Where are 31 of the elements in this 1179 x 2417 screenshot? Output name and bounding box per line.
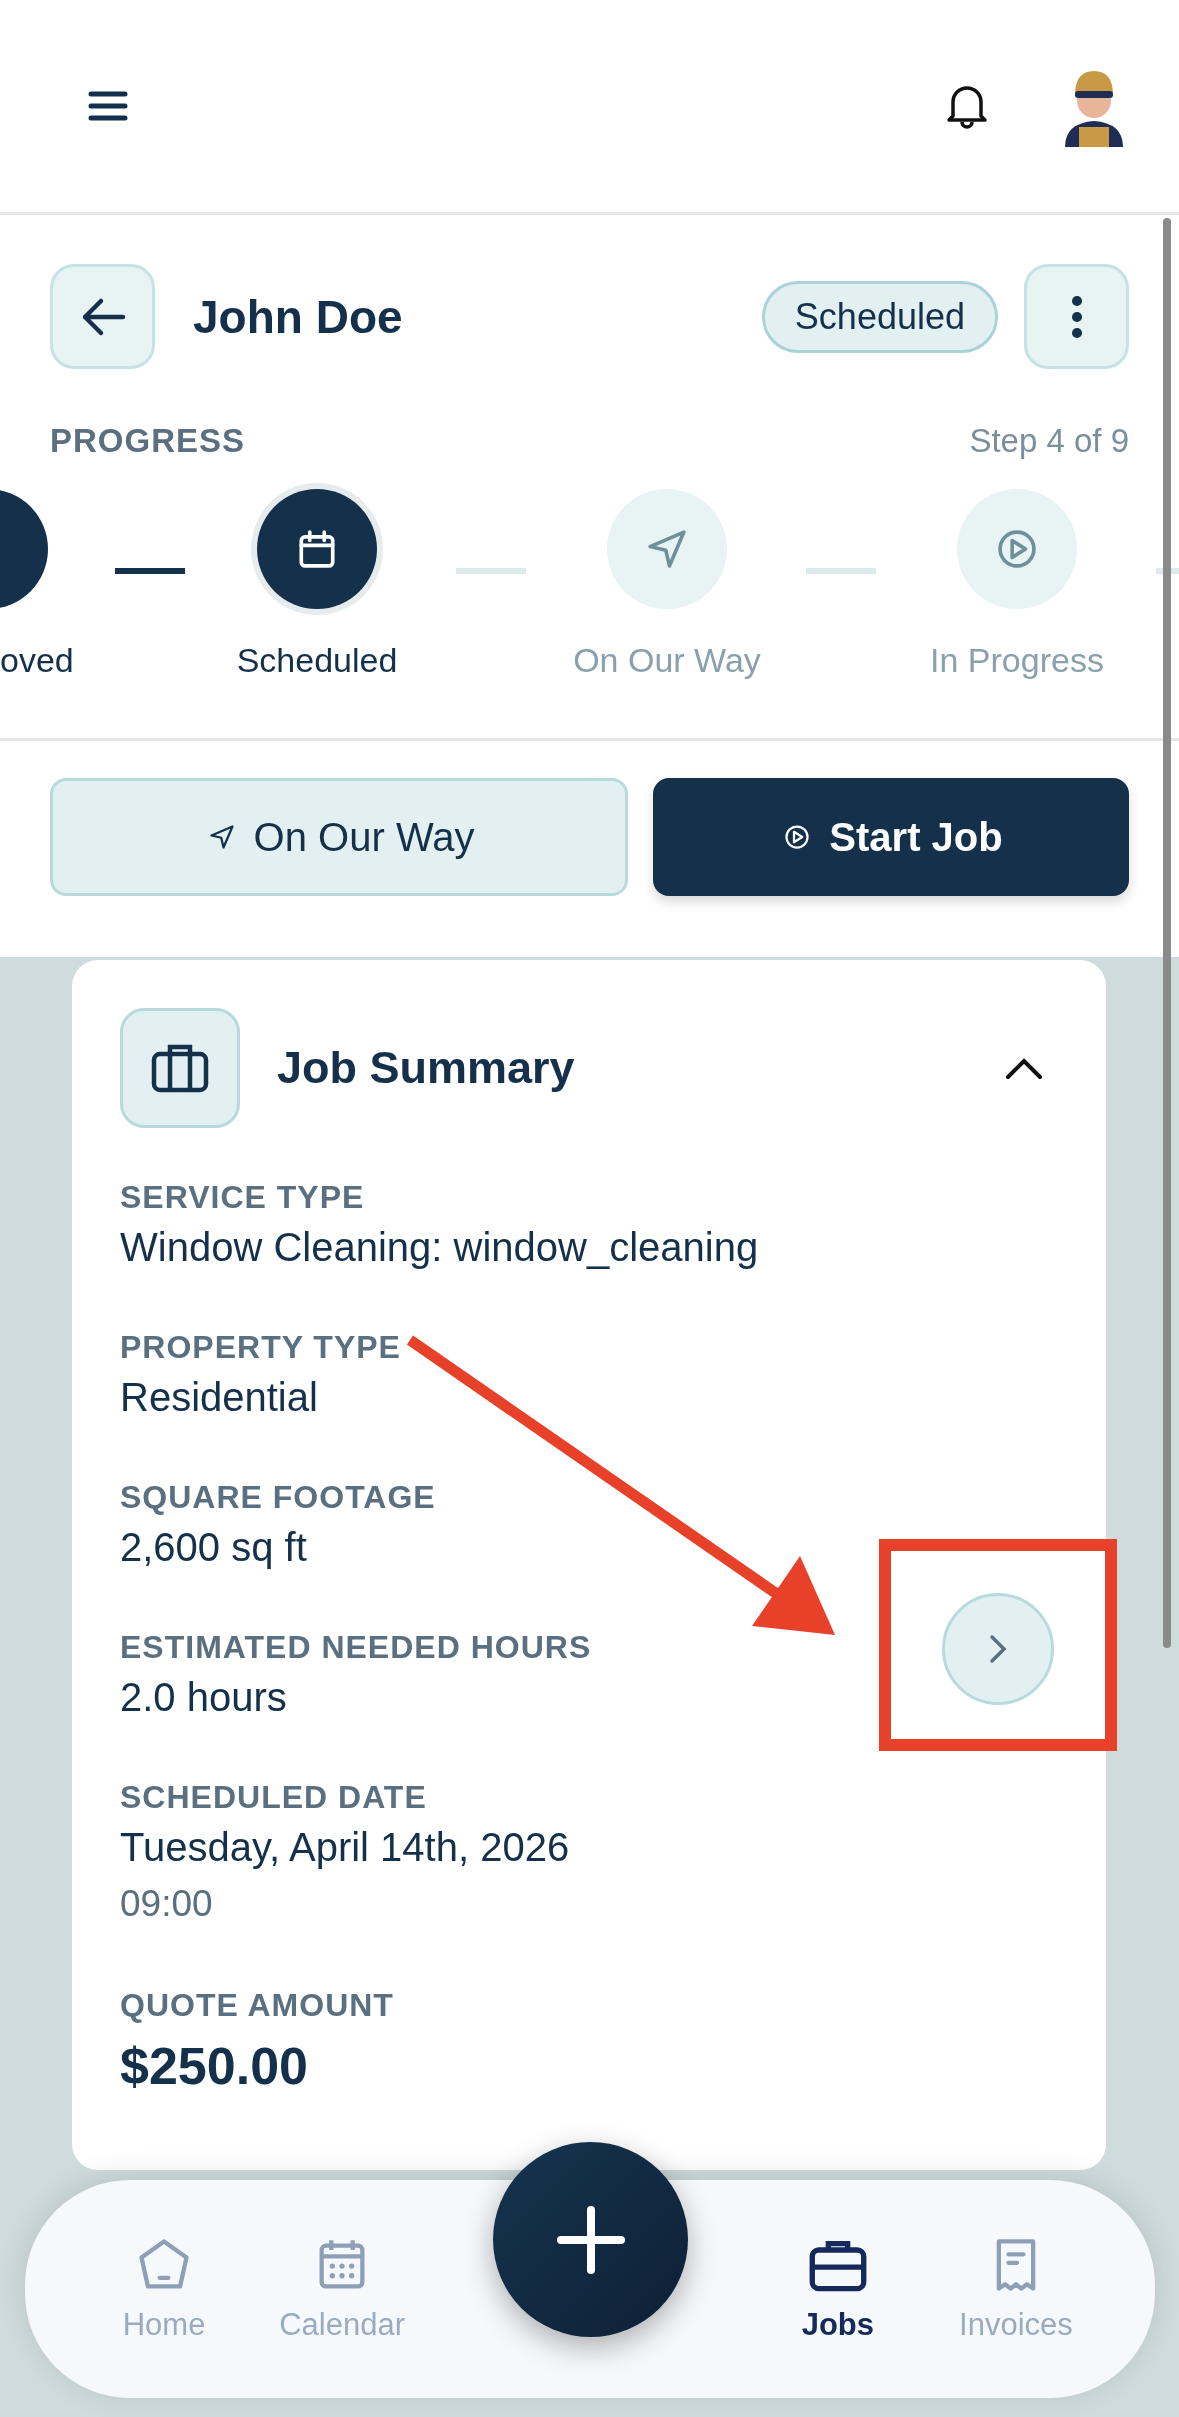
field-value: 2,600 sq ft <box>120 1524 308 1571</box>
step-label: On Our Way <box>573 641 761 680</box>
back-button[interactable] <box>50 264 155 369</box>
more-options-button[interactable] <box>1024 264 1129 369</box>
field-label: SCHEDULED DATE <box>120 1778 428 1817</box>
nav-item[interactable]: Jobs <box>748 2235 927 2343</box>
step-label: Scheduled <box>236 641 398 680</box>
step-label: In Progress <box>930 641 1104 680</box>
field-value: $250.00 <box>120 2036 309 2097</box>
on-our-way-button[interactable]: On Our Way <box>50 778 628 896</box>
start-job-button[interactable]: Start Job <box>653 778 1129 896</box>
field-label: SERVICE TYPE <box>120 1178 366 1217</box>
briefcase-icon <box>120 1008 240 1128</box>
field-label: ESTIMATED NEEDED HOURS <box>120 1628 592 1667</box>
field-label: SQUARE FOOTAGE <box>120 1478 436 1517</box>
status-badge: Scheduled <box>761 280 998 353</box>
plus-icon <box>554 2203 627 2276</box>
field-value: 2.0 hours <box>120 1674 288 1721</box>
field-label: QUOTE AMOUNT <box>120 1986 394 2025</box>
menu-icon[interactable] <box>88 89 128 123</box>
field-value: Window Cleaning: window_cleaning <box>120 1224 759 1271</box>
step-counter: Step 4 of 9 <box>969 421 1129 461</box>
step-label: oved <box>0 641 74 680</box>
field-value: Residential <box>120 1374 319 1421</box>
field-time: 09:00 <box>120 1882 214 1926</box>
field-label: PROPERTY TYPE <box>120 1328 401 1367</box>
progress-label: PROGRESS <box>50 421 246 461</box>
field-value: Tuesday, April 14th, 2026 <box>120 1824 570 1871</box>
more-icon <box>1070 294 1083 339</box>
card-title: Job Summary <box>277 1042 576 1094</box>
client-name: John Doe <box>193 289 403 344</box>
